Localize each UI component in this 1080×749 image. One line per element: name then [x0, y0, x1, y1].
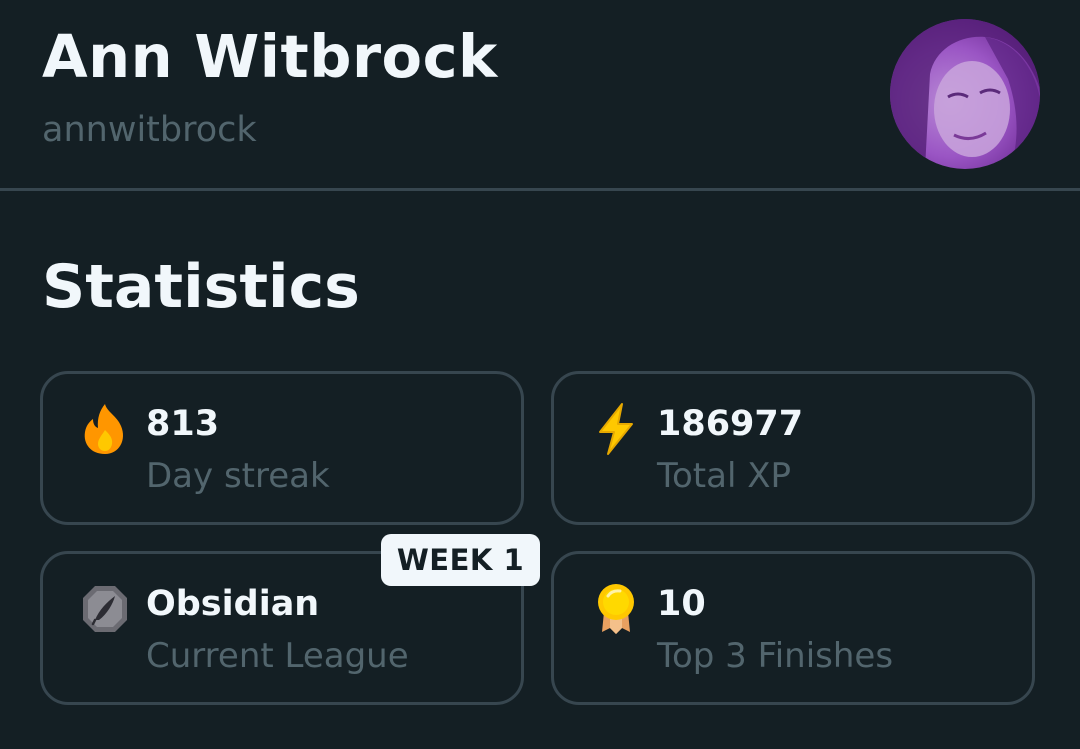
obsidian-league-icon — [81, 582, 129, 636]
day-streak-value: 813 — [146, 404, 220, 444]
week-badge: WEEK 1 — [381, 534, 540, 586]
day-streak-label: Day streak — [146, 456, 330, 496]
header-divider — [0, 188, 1080, 191]
medal-icon — [592, 582, 640, 636]
statistics-title: Statistics — [42, 252, 360, 322]
top-3-finishes-label: Top 3 Finishes — [657, 636, 894, 676]
profile-photo-icon — [890, 19, 1040, 169]
profile-name: Ann Witbrock — [42, 22, 498, 91]
top-3-finishes-value: 10 — [657, 584, 706, 624]
fire-icon — [81, 402, 129, 456]
stat-card-day-streak: 813 Day streak — [40, 371, 524, 525]
total-xp-label: Total XP — [657, 456, 792, 496]
total-xp-value: 186977 — [657, 404, 804, 444]
current-league-label: Current League — [146, 636, 409, 676]
profile-username: annwitbrock — [42, 110, 257, 150]
stat-card-total-xp: 186977 Total XP — [551, 371, 1035, 525]
profile-header: Ann Witbrock annwitbrock — [0, 0, 1080, 189]
stat-card-top-3-finishes: 10 Top 3 Finishes — [551, 551, 1035, 705]
avatar[interactable] — [890, 19, 1040, 169]
lightning-icon — [592, 402, 640, 456]
current-league-value: Obsidian — [146, 584, 320, 624]
